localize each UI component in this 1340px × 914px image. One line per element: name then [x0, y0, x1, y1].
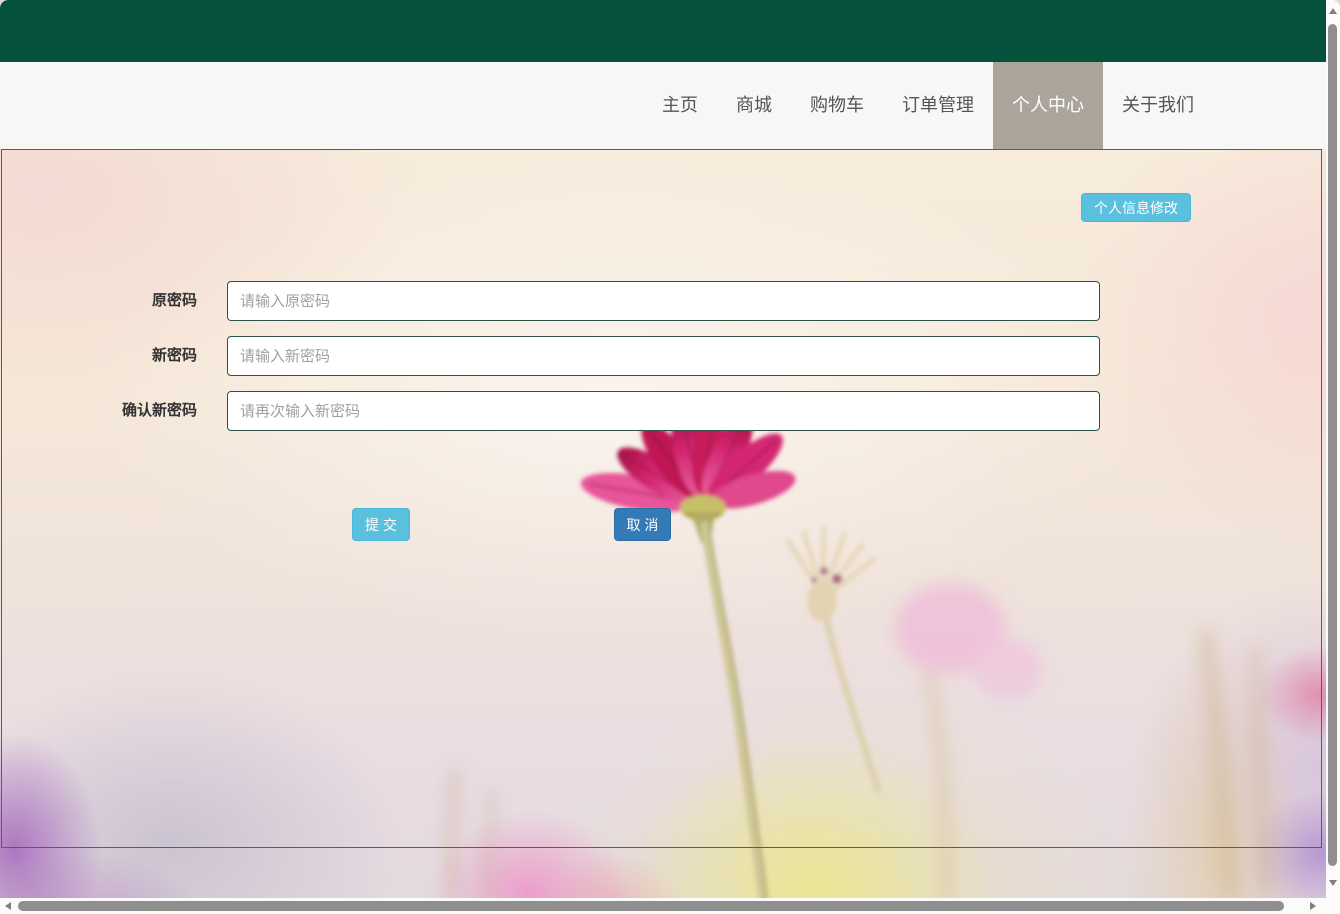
scroll-right-icon[interactable] [1310, 902, 1316, 910]
new-password-label: 新密码 [2, 336, 197, 376]
nav-item-home[interactable]: 主页 [643, 62, 717, 149]
nav-item-profile[interactable]: 个人中心 [993, 62, 1103, 149]
page-background: 个人信息修改 原密码 新密码 确认新密码 提 交 取 消 [0, 149, 1326, 898]
edit-personal-info-button[interactable]: 个人信息修改 [1081, 193, 1191, 222]
scrollbar-corner [1326, 898, 1340, 914]
new-password-row: 新密码 [2, 336, 1100, 376]
scroll-down-icon[interactable] [1329, 880, 1337, 886]
browser-window: 主页 商城 购物车 订单管理 个人中心 关于我们 [0, 0, 1340, 914]
content-panel: 个人信息修改 原密码 新密码 确认新密码 提 交 取 消 [1, 149, 1322, 848]
confirm-password-row: 确认新密码 [2, 391, 1100, 431]
scroll-up-icon[interactable] [1329, 8, 1337, 14]
vertical-scrollbar-thumb[interactable] [1328, 24, 1337, 866]
vertical-scrollbar[interactable] [1326, 0, 1340, 898]
header-bar [0, 0, 1326, 62]
horizontal-scrollbar[interactable] [0, 898, 1326, 914]
old-password-input[interactable] [227, 281, 1100, 321]
confirm-password-input[interactable] [227, 391, 1100, 431]
old-password-label: 原密码 [2, 281, 197, 321]
new-password-input[interactable] [227, 336, 1100, 376]
submit-button[interactable]: 提 交 [352, 508, 410, 541]
nav-item-mall[interactable]: 商城 [717, 62, 791, 149]
old-password-row: 原密码 [2, 281, 1100, 321]
nav-item-cart[interactable]: 购物车 [791, 62, 883, 149]
scroll-left-icon[interactable] [5, 902, 11, 910]
main-nav: 主页 商城 购物车 订单管理 个人中心 关于我们 [0, 62, 1326, 149]
cancel-button[interactable]: 取 消 [614, 508, 671, 541]
nav-item-about[interactable]: 关于我们 [1103, 62, 1213, 149]
confirm-password-label: 确认新密码 [2, 391, 197, 431]
nav-item-orders[interactable]: 订单管理 [883, 62, 993, 149]
horizontal-scrollbar-thumb[interactable] [18, 901, 1284, 911]
